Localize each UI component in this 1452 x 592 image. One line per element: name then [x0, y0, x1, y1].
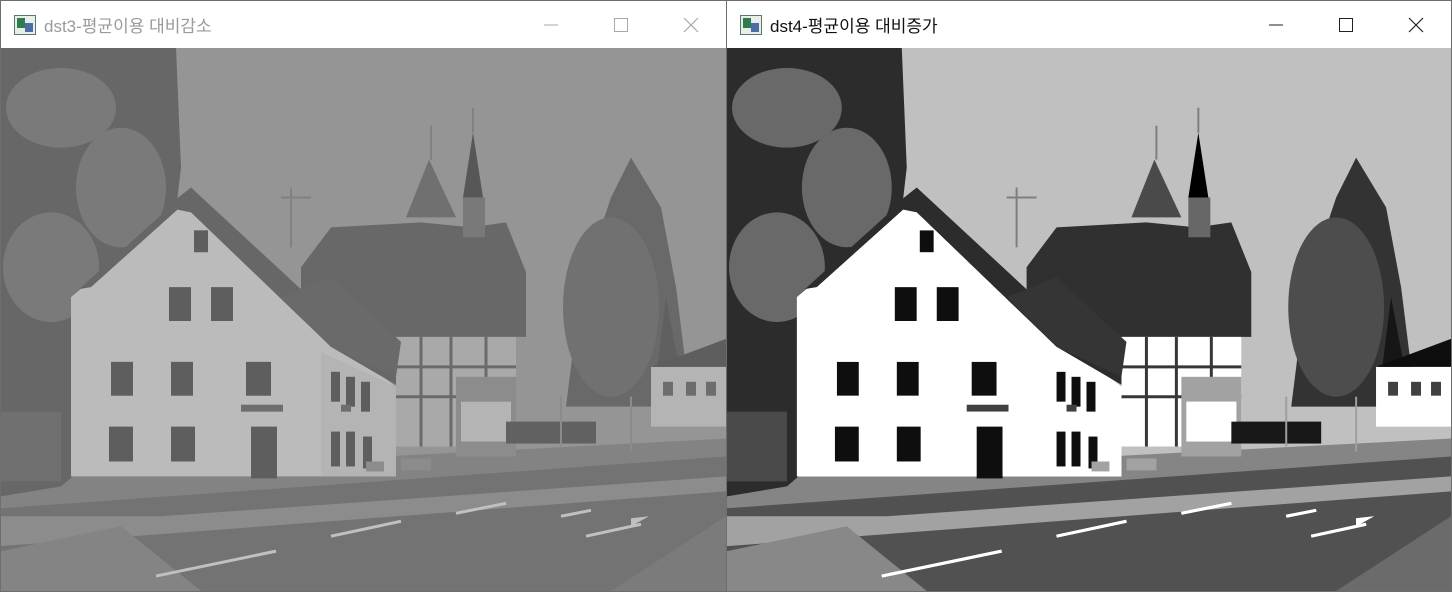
titlebar[interactable]: dst3-평균이용 대비감소	[1, 1, 726, 48]
window-title: dst3-평균이용 대비감소	[44, 17, 212, 36]
titlebar[interactable]: dst4-평균이용 대비증가	[727, 1, 1451, 48]
window-dst4[interactable]: dst4-평균이용 대비증가	[726, 0, 1452, 592]
street-scene-image	[727, 48, 1451, 591]
street-scene-image	[1, 48, 726, 591]
app-icon	[14, 14, 36, 35]
maximize-button[interactable]	[586, 1, 656, 48]
maximize-icon	[614, 17, 628, 32]
window-dst3[interactable]: dst3-평균이용 대비감소	[0, 0, 727, 592]
close-icon	[683, 17, 699, 32]
minimize-icon	[544, 24, 558, 25]
image-view-high-contrast	[727, 48, 1451, 591]
window-title: dst4-평균이용 대비증가	[770, 17, 938, 36]
maximize-button[interactable]	[1311, 1, 1381, 48]
minimize-button[interactable]	[1241, 1, 1311, 48]
close-icon	[1408, 17, 1424, 32]
close-button[interactable]	[1381, 1, 1451, 48]
minimize-button[interactable]	[516, 1, 586, 48]
app-icon	[740, 14, 762, 35]
maximize-icon	[1339, 17, 1353, 32]
image-view-low-contrast	[1, 48, 726, 591]
minimize-icon	[1269, 24, 1283, 25]
close-button[interactable]	[656, 1, 726, 48]
